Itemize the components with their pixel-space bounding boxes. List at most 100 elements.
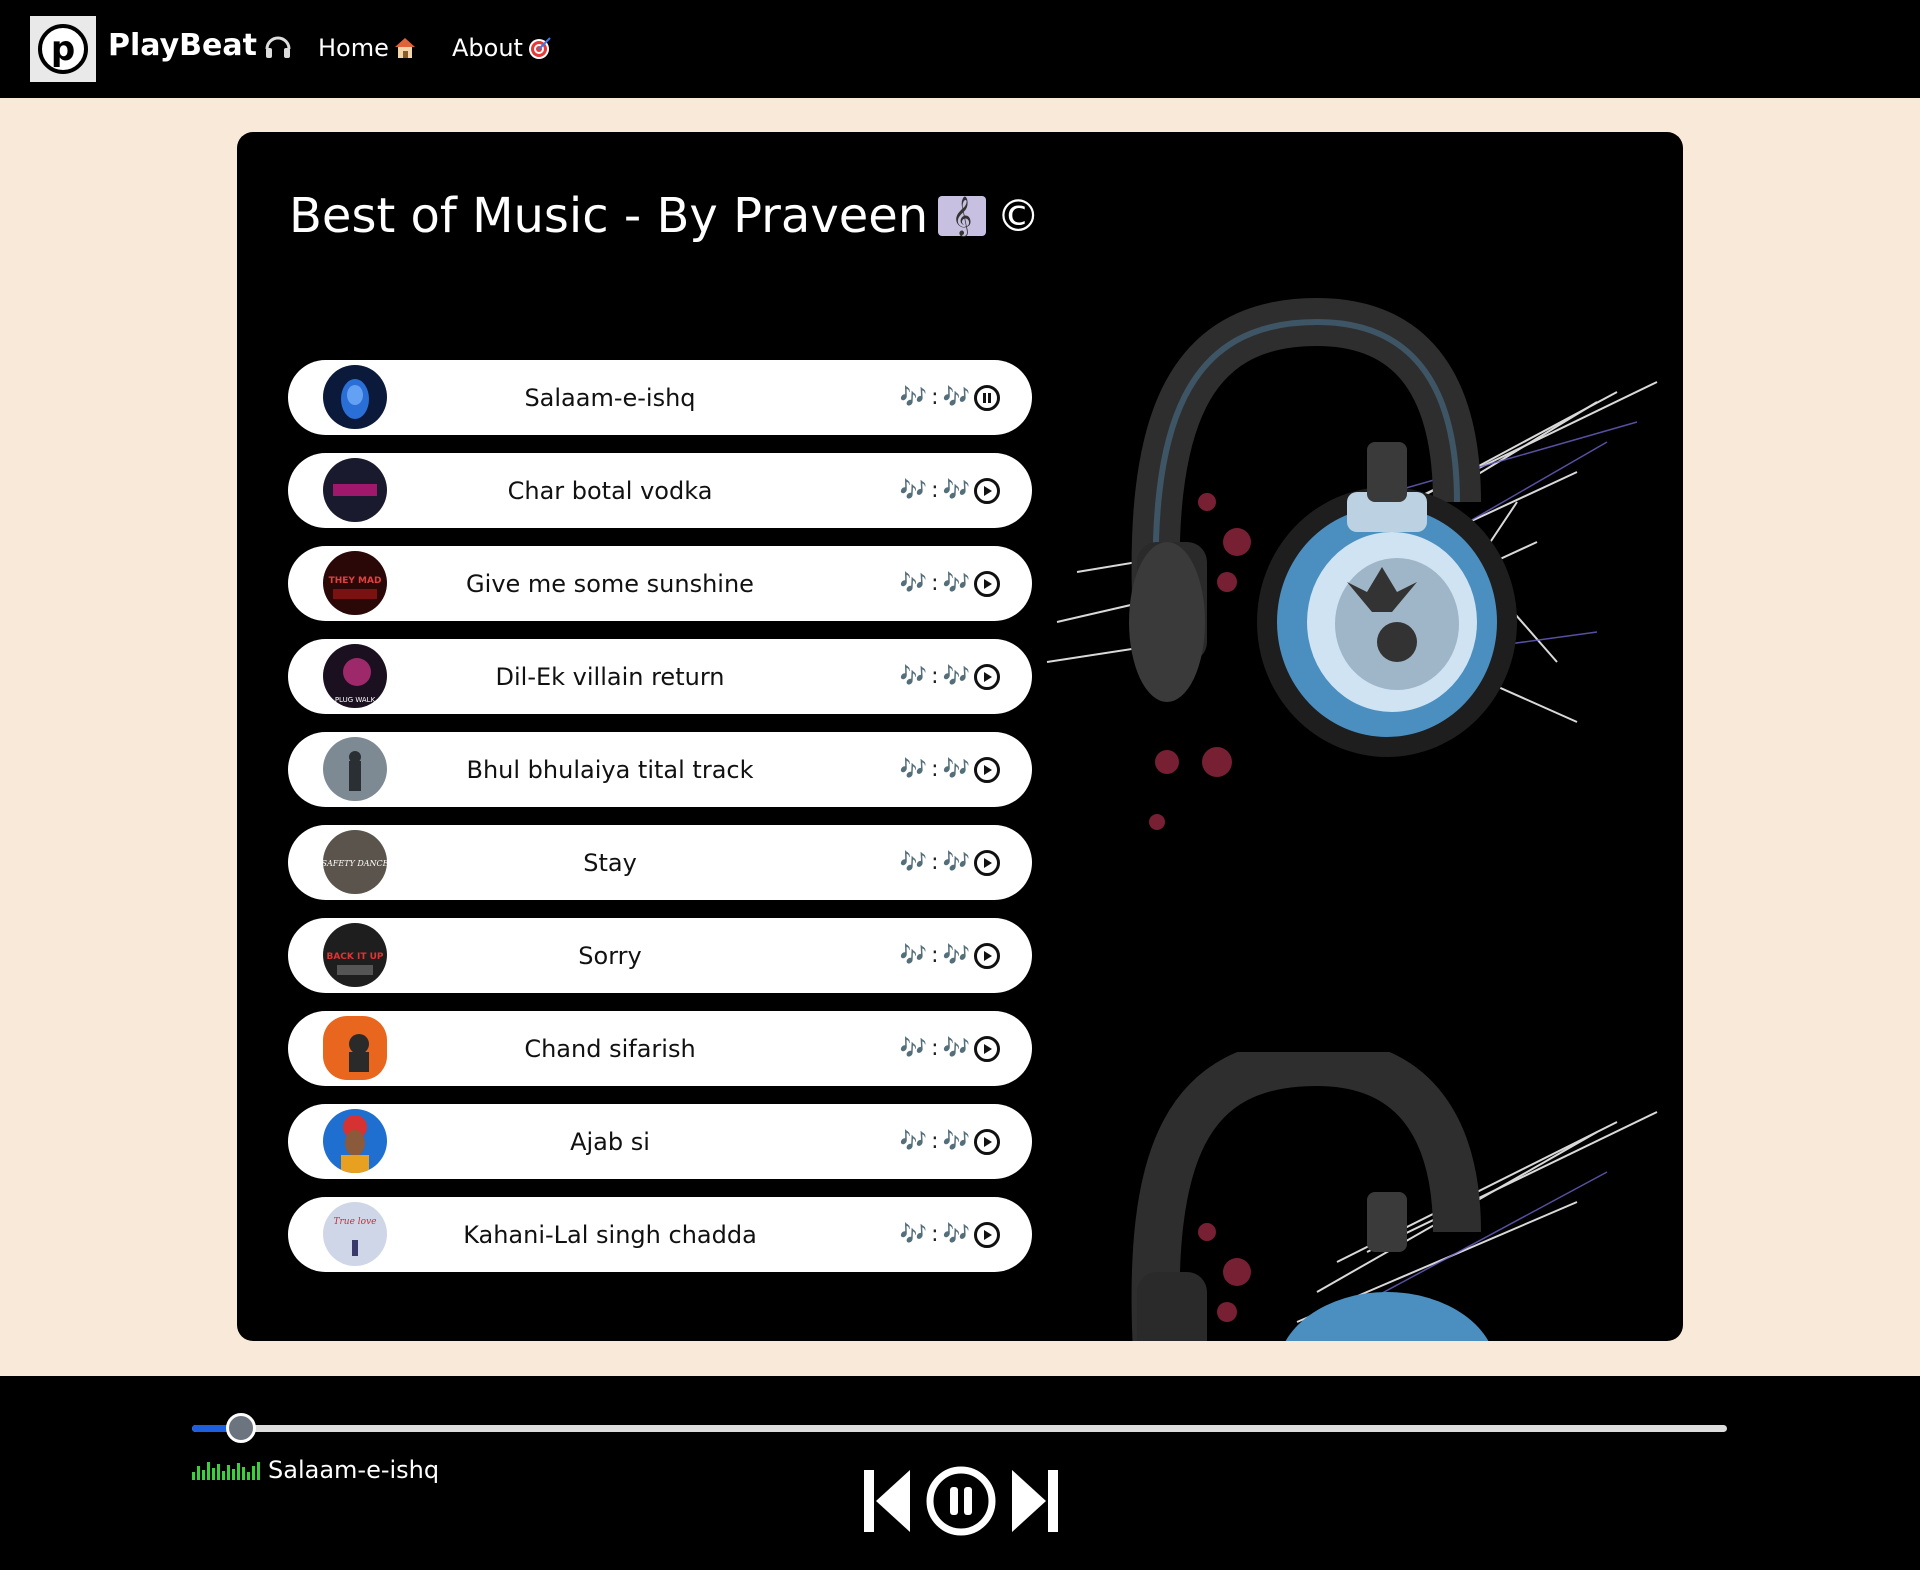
play-icon[interactable]	[974, 849, 1000, 876]
house-icon	[394, 38, 415, 58]
next-icon[interactable]	[1010, 1468, 1060, 1534]
nav-home-label: Home	[318, 34, 389, 62]
cover-text: SAFETY DANCE	[323, 859, 387, 868]
song-item[interactable]: SAFETY DANCE Stay 🎶 : 🎶	[288, 825, 1032, 900]
separator: :	[931, 757, 939, 782]
play-icon[interactable]	[974, 1221, 1000, 1248]
song-controls: 🎶 : 🎶	[900, 453, 1000, 528]
separator: :	[931, 478, 939, 503]
song-cover	[323, 1109, 387, 1173]
play-icon[interactable]	[974, 756, 1000, 783]
nav-home-link[interactable]: Home	[318, 34, 417, 62]
song-cover	[323, 365, 387, 429]
song-controls: 🎶 : 🎶	[900, 1104, 1000, 1179]
headphones-illustration-repeat	[1131, 1052, 1658, 1341]
song-controls: 🎶 : 🎶	[900, 639, 1000, 714]
music-notes-icon: 🎶	[942, 757, 970, 782]
page-title-text: Best of Music - By Praveen	[289, 188, 929, 244]
music-notes-icon: 🎶	[899, 850, 928, 875]
separator: :	[931, 943, 939, 968]
play-icon[interactable]	[974, 663, 1000, 690]
song-name: Salaam-e-ishq	[524, 383, 696, 412]
nav-about-label: About	[452, 34, 523, 62]
song-name: Sorry	[578, 941, 642, 970]
music-notes-icon: 🎶	[899, 1129, 928, 1154]
song-controls: 🎶 : 🎶	[900, 546, 1000, 621]
separator: :	[931, 571, 939, 596]
separator: :	[931, 1036, 939, 1061]
song-item[interactable]: Chand sifarish 🎶 : 🎶	[288, 1011, 1032, 1086]
playlist-card: Best of Music - By Praveen 𝄞 © Salaam-e-…	[237, 132, 1683, 1341]
song-item[interactable]: Char botal vodka 🎶 : 🎶	[288, 453, 1032, 528]
song-cover	[323, 737, 387, 801]
logo[interactable]: p	[30, 16, 96, 82]
separator: :	[931, 1129, 939, 1154]
play-icon[interactable]	[974, 477, 1000, 504]
song-cover: BACK IT UP	[323, 923, 387, 987]
music-notes-icon: 🎶	[899, 943, 928, 968]
music-notes-icon: 🎶	[942, 385, 970, 410]
song-name: Ajab si	[570, 1127, 650, 1156]
logo-p-icon: p	[38, 24, 88, 74]
song-controls: 🎶 : 🎶	[900, 918, 1000, 993]
headphones-icon	[265, 36, 291, 58]
music-notes-icon: 🎶	[899, 385, 928, 410]
equalizer-icon	[192, 1460, 260, 1480]
play-icon[interactable]	[974, 1035, 1000, 1062]
song-name: Chand sifarish	[524, 1034, 696, 1063]
song-name: Give me some sunshine	[466, 569, 754, 598]
separator: :	[931, 850, 939, 875]
song-controls: 🎶 : 🎶	[900, 360, 1000, 435]
separator: :	[931, 1222, 939, 1247]
music-notes-icon: 🎶	[942, 1036, 970, 1061]
song-cover	[323, 1016, 387, 1080]
nav-about-link[interactable]: About	[452, 34, 553, 62]
play-icon[interactable]	[974, 1128, 1000, 1155]
song-item[interactable]: PLUG WALK Dil-Ek villain return 🎶 : 🎶	[288, 639, 1032, 714]
cover-text: BACK IT UP	[326, 952, 383, 962]
song-item[interactable]: THEY MAD Give me some sunshine 🎶 : 🎶	[288, 546, 1032, 621]
progress-thumb[interactable]	[226, 1413, 257, 1443]
song-cover: True love	[323, 1202, 387, 1266]
separator: :	[931, 385, 939, 410]
music-notes-icon: 🎶	[942, 478, 970, 503]
play-icon[interactable]	[974, 942, 1000, 969]
music-notes-icon: 🎶	[899, 1036, 928, 1061]
progress-bar[interactable]	[192, 1413, 1727, 1443]
now-playing-title: Salaam-e-ishq	[268, 1456, 440, 1484]
target-icon	[528, 37, 551, 59]
song-controls: 🎶 : 🎶	[900, 732, 1000, 807]
song-controls: 🎶 : 🎶	[900, 1197, 1000, 1272]
song-item[interactable]: Salaam-e-ishq 🎶 : 🎶	[288, 360, 1032, 435]
song-item[interactable]: BACK IT UP Sorry 🎶 : 🎶	[288, 918, 1032, 993]
song-item[interactable]: True love Kahani-Lal singh chadda 🎶 : 🎶	[288, 1197, 1032, 1272]
song-cover: PLUG WALK	[323, 644, 387, 708]
copyright-symbol: ©	[996, 190, 1041, 242]
song-cover	[323, 458, 387, 522]
brand-name: PlayBeat	[108, 28, 257, 63]
pause-icon[interactable]	[974, 384, 1000, 411]
previous-icon[interactable]	[862, 1468, 912, 1534]
music-notes-icon: 🎶	[899, 571, 928, 596]
music-notes-icon: 🎶	[942, 943, 970, 968]
music-notes-icon: 🎶	[942, 664, 970, 689]
playback-controls	[862, 1466, 1060, 1536]
page-title: Best of Music - By Praveen 𝄞 ©	[289, 188, 1040, 244]
music-notes-icon: 🎶	[899, 478, 928, 503]
song-name: Kahani-Lal singh chadda	[463, 1220, 757, 1249]
song-item[interactable]: Bhul bhulaiya tital track 🎶 : 🎶	[288, 732, 1032, 807]
music-notes-icon: 🎶	[942, 1129, 970, 1154]
brand[interactable]: PlayBeat	[108, 28, 293, 63]
cover-text: True love	[334, 1217, 377, 1227]
music-notes-icon: 🎶	[942, 571, 970, 596]
music-notes-icon: 🎶	[899, 1222, 928, 1247]
pause-icon[interactable]	[926, 1466, 996, 1536]
song-cover: SAFETY DANCE	[323, 830, 387, 894]
song-item[interactable]: Ajab si 🎶 : 🎶	[288, 1104, 1032, 1179]
musical-score-icon: 𝄞	[938, 196, 987, 236]
song-name: Stay	[583, 848, 637, 877]
headphones-illustration	[1046, 297, 1658, 830]
song-name: Bhul bhulaiya tital track	[466, 755, 754, 784]
navbar: p PlayBeat Home About	[0, 0, 1920, 98]
play-icon[interactable]	[974, 570, 1000, 597]
